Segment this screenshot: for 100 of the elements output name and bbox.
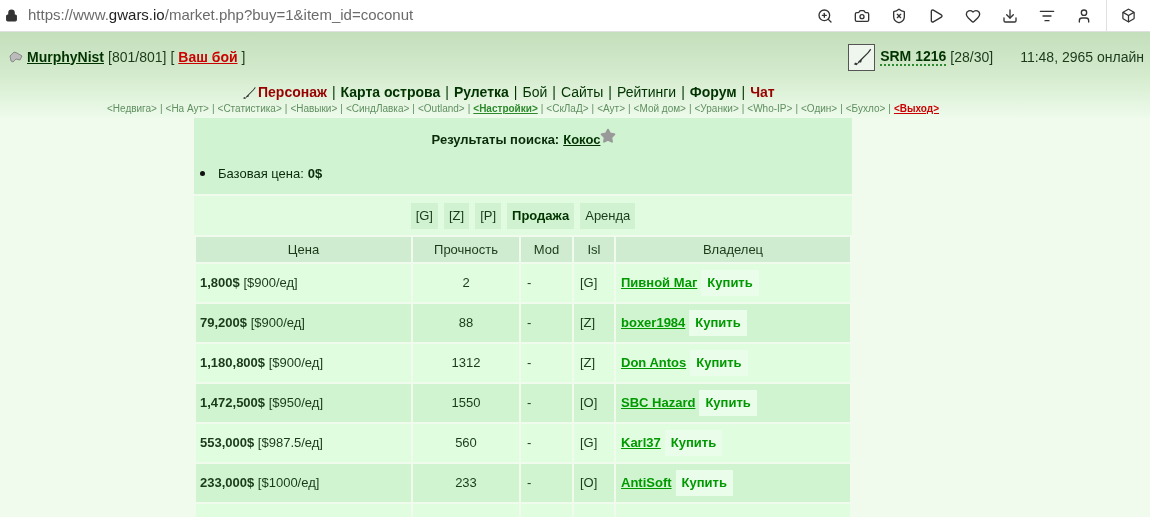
- nav-separator: |: [331, 83, 336, 102]
- bullet-icon: [200, 170, 205, 176]
- filter-tab[interactable]: Продажа: [507, 202, 575, 229]
- subnav-separator: |: [628, 101, 631, 116]
- column-header: Isl: [573, 236, 615, 263]
- nav-separator: |: [513, 83, 518, 102]
- item-link[interactable]: Кокос: [563, 130, 601, 150]
- extension-icon[interactable]: [1121, 8, 1136, 23]
- download-icon[interactable]: [1002, 7, 1018, 24]
- nav-link[interactable]: Сайты: [560, 82, 604, 103]
- subnav-link[interactable]: <Outland>: [417, 100, 465, 116]
- heart-icon[interactable]: [965, 7, 981, 24]
- shield-icon[interactable]: [891, 7, 907, 24]
- subnav-link[interactable]: <Бухло>: [845, 100, 886, 116]
- filter-tab[interactable]: Аренда: [580, 202, 636, 229]
- buy-button[interactable]: Купить: [701, 270, 759, 296]
- filter-tab[interactable]: [P]: [475, 202, 502, 229]
- subnav-link[interactable]: <Аут>: [597, 100, 625, 116]
- filter-tab[interactable]: [G]: [410, 202, 438, 229]
- buy-button[interactable]: Купить: [675, 470, 733, 496]
- zoom-in-icon[interactable]: [817, 7, 833, 24]
- base-price-label: Базовая цена:: [218, 164, 304, 183]
- island-cell: [G]: [573, 423, 615, 463]
- battle-link[interactable]: Ваш бой: [178, 46, 238, 68]
- subnav-separator: |: [840, 101, 843, 116]
- subnav-separator: |: [888, 101, 891, 116]
- price-cell: 1,472,500$ [$950/ед]: [195, 383, 412, 423]
- buy-button[interactable]: Купить: [664, 430, 723, 456]
- durability-cell: 88: [412, 303, 520, 343]
- weapon-link[interactable]: SRM 1216: [880, 48, 947, 66]
- owner-link[interactable]: Don Antos: [621, 353, 687, 373]
- durability-cell: 1312: [412, 343, 520, 383]
- nav-link[interactable]: Рулетка: [453, 82, 509, 103]
- subnav-link[interactable]: <Один>: [801, 100, 838, 116]
- subnav-separator: |: [467, 101, 471, 116]
- user-icon[interactable]: [1076, 7, 1092, 24]
- nav-link[interactable]: Чат: [750, 82, 775, 103]
- subnav-link[interactable]: <Статистика>: [217, 100, 282, 116]
- owner-link[interactable]: SBC Hazard: [621, 393, 696, 413]
- nav-link[interactable]: Бой: [522, 82, 548, 103]
- owner-link[interactable]: boxer1984: [621, 313, 686, 333]
- subnav-link[interactable]: <Выход>: [893, 100, 939, 116]
- column-header: Цена: [195, 236, 412, 263]
- subnav-separator: |: [284, 101, 288, 116]
- subnav-separator: |: [340, 101, 343, 116]
- island-cell: [O]: [573, 383, 615, 423]
- buy-button[interactable]: Купить: [699, 390, 757, 416]
- island-cell: [G]: [573, 263, 615, 303]
- nav-separator: |: [608, 83, 612, 102]
- subnav-separator: |: [540, 101, 544, 116]
- mod-cell: -: [520, 383, 573, 423]
- island-cell: [Z]: [573, 303, 615, 343]
- price-cell: 1,180,800$ [$900/ед]: [195, 343, 412, 383]
- hp-text: [801/801]: [108, 47, 167, 67]
- price-cell: 1,800$ [$900/ед]: [195, 263, 412, 303]
- user-link[interactable]: MurphyNist: [27, 46, 104, 68]
- column-header: Прочность: [412, 236, 520, 263]
- nav-separator: |: [445, 83, 449, 102]
- subnav-link[interactable]: <СиндЛавка>: [345, 100, 410, 116]
- durability-cell: 560: [412, 423, 520, 463]
- subnav-separator: |: [795, 101, 798, 116]
- nav-link[interactable]: Карта острова: [340, 82, 441, 103]
- owner-link[interactable]: Karl37: [621, 433, 661, 453]
- subnav-link[interactable]: <На Аут>: [165, 100, 209, 116]
- bracket-text: [: [170, 47, 175, 67]
- mod-cell: -: [520, 263, 573, 303]
- nav-link[interactable]: Рейтинги: [616, 82, 677, 103]
- nav-link[interactable]: Персонаж: [258, 82, 327, 103]
- weapon-thumbnail[interactable]: [848, 43, 876, 71]
- camera-icon[interactable]: [854, 7, 870, 24]
- subnav-link[interactable]: <Who-IP>: [747, 100, 793, 116]
- subnav-separator: |: [211, 101, 215, 116]
- mod-cell: -: [520, 463, 573, 503]
- nav-link[interactable]: Форум: [689, 82, 737, 103]
- buy-button[interactable]: Купить: [690, 350, 748, 376]
- subnav-link[interactable]: <Настройки>: [473, 100, 538, 116]
- owner-link[interactable]: AntiSoft: [621, 473, 672, 493]
- nav-separator: |: [741, 83, 746, 102]
- price-cell: 233,000$ [$1000/ед]: [195, 463, 412, 503]
- url-text[interactable]: https://www.gwars.io/market.php?buy=1&item_id=coconut: [28, 4, 414, 27]
- mod-cell: -: [520, 343, 573, 383]
- buy-button[interactable]: Купить: [689, 310, 747, 336]
- mod-cell: -: [520, 303, 573, 343]
- subnav-link[interactable]: <Мой дом>: [633, 100, 686, 116]
- subnav-separator: |: [412, 101, 415, 116]
- favorite-star-icon[interactable]: [600, 128, 617, 144]
- play-icon[interactable]: [928, 7, 944, 24]
- subnav-link[interactable]: <Недвига>: [107, 100, 157, 116]
- online-status: 11:48, 2965 онлайн: [1020, 47, 1144, 67]
- subnav-link[interactable]: <СкЛаД>: [546, 100, 589, 116]
- owner-link[interactable]: Пивной Маг: [621, 273, 698, 293]
- island-cell: [Z]: [573, 343, 615, 383]
- ammo-text: [28/30]: [950, 47, 994, 67]
- subnav-link[interactable]: <Навыки>: [290, 100, 338, 116]
- subnav-separator: |: [688, 101, 692, 116]
- subnav-separator: |: [591, 101, 595, 116]
- subnav-link[interactable]: <Уранки>: [694, 100, 739, 116]
- filter-tab[interactable]: [Z]: [444, 202, 470, 229]
- nav-separator: |: [681, 83, 685, 102]
- search-title: Результаты поиска:: [431, 131, 560, 149]
